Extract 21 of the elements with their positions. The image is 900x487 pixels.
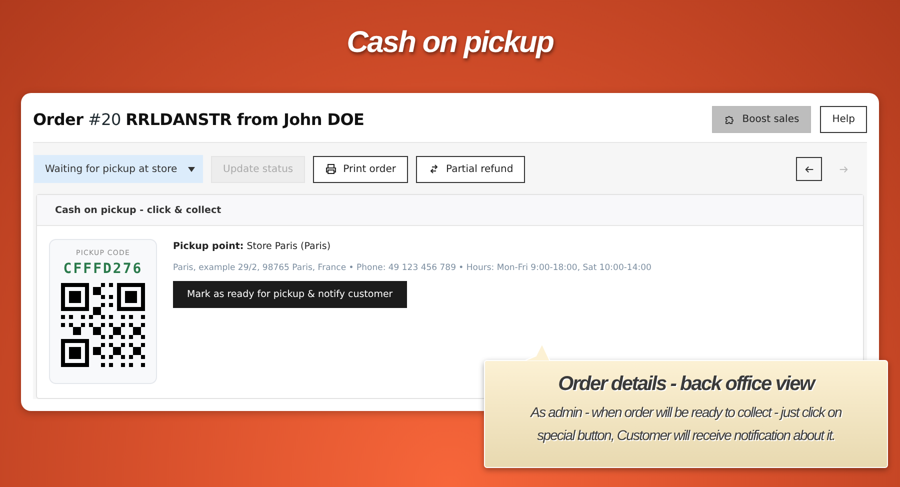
print-order-button[interactable]: Print order <box>313 156 408 182</box>
help-button[interactable]: Help <box>820 106 867 133</box>
callout-text: As admin - when order will be ready to collect - just click on special button, Customer will receive notification about it. <box>529 403 843 445</box>
store-address: Paris, example 29/2, 98765 Paris, France • Phone: 49 123 456 789 • Hours: Mon-Fri 9:00-18:00, Sat 10:00-14:00 <box>173 263 652 273</box>
mark-ready-button[interactable]: Mark as ready for pickup & notify customer <box>173 281 407 308</box>
boost-sales-button[interactable]: Boost sales <box>712 106 812 133</box>
partial-refund-button[interactable]: Partial refund <box>416 156 526 182</box>
pickup-point: Pickup point: Store Paris (Paris) <box>173 241 331 252</box>
previous-button[interactable] <box>796 157 822 181</box>
arrow-left-icon <box>804 164 814 174</box>
arrow-right-icon <box>838 164 848 174</box>
callout-title: Order details - back office view <box>558 373 814 396</box>
panel-title: Cash on pickup - click & collect <box>55 204 222 216</box>
printer-icon <box>325 163 338 175</box>
puzzle-icon <box>724 114 736 126</box>
status-select[interactable]: Waiting for pickup at store <box>34 155 203 183</box>
swap-arrows-icon <box>428 163 440 175</box>
order-title: Order #20 RRLDANSTR from John DOE <box>33 110 364 129</box>
pickup-code: CFFFD276 <box>63 261 143 277</box>
banner-title: Cash on pickup <box>346 26 554 61</box>
caret-icon <box>188 166 195 172</box>
